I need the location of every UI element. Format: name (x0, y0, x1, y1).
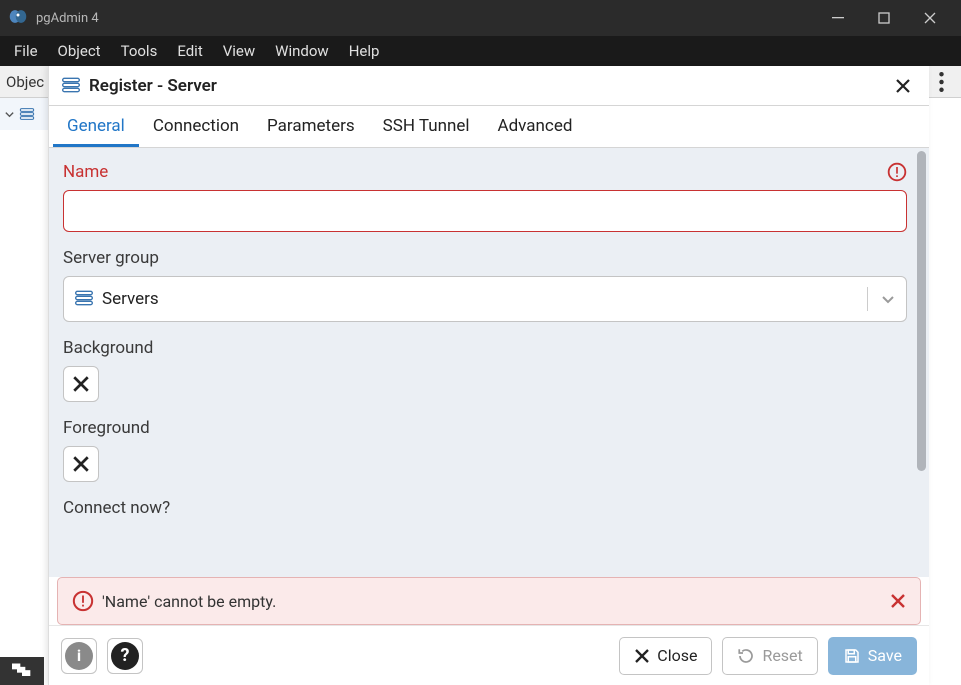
dialog-close-button[interactable] (889, 72, 917, 100)
window-minimize-button[interactable] (815, 0, 861, 36)
window-close-button[interactable] (907, 0, 953, 36)
close-icon (634, 648, 650, 664)
tab-general[interactable]: General (53, 106, 139, 147)
menu-object[interactable]: Object (48, 38, 111, 64)
server-group-label: Server group (63, 248, 159, 268)
close-button[interactable]: Close (619, 637, 712, 675)
error-icon (887, 162, 907, 182)
window-titlebar: pgAdmin 4 (0, 0, 961, 36)
error-banner-close-button[interactable] (890, 593, 906, 609)
server-icon (61, 76, 81, 96)
tab-parameters[interactable]: Parameters (253, 106, 369, 147)
server-group-icon (74, 289, 94, 309)
browser-tab-label: Objec (6, 73, 44, 91)
window-maximize-button[interactable] (861, 0, 907, 36)
close-button-label: Close (657, 646, 697, 665)
foreground-label: Foreground (63, 418, 150, 438)
select-separator (867, 287, 868, 311)
menu-edit[interactable]: Edit (167, 38, 212, 64)
dialog-form: Name Server group Servers (49, 148, 929, 577)
error-icon (72, 590, 94, 612)
kebab-menu-button[interactable] (925, 66, 957, 98)
error-banner: 'Name' cannot be empty. (57, 577, 921, 625)
close-icon (72, 375, 90, 393)
window-title: pgAdmin 4 (36, 11, 99, 26)
error-banner-text: 'Name' cannot be empty. (102, 592, 276, 611)
foreground-clear-button[interactable] (63, 446, 99, 482)
help-icon: ? (111, 642, 139, 670)
server-group-select[interactable]: Servers (63, 276, 907, 322)
name-input[interactable] (63, 190, 907, 232)
save-button[interactable]: Save (828, 637, 917, 675)
background-clear-button[interactable] (63, 366, 99, 402)
close-icon (890, 593, 906, 609)
help-button[interactable]: ? (107, 638, 143, 674)
menu-view[interactable]: View (213, 38, 265, 64)
app-icon (8, 8, 28, 28)
menu-file[interactable]: File (4, 38, 48, 64)
chevron-down-icon (880, 291, 896, 307)
dialog-tabs: General Connection Parameters SSH Tunnel… (49, 106, 929, 148)
process-watcher-button[interactable] (0, 657, 44, 685)
process-icon (12, 663, 32, 679)
tab-ssh-tunnel[interactable]: SSH Tunnel (369, 106, 484, 147)
menu-window[interactable]: Window (265, 38, 339, 64)
dialog-footer: i ? Close Reset Save (49, 625, 929, 685)
sql-info-button[interactable]: i (61, 638, 97, 674)
background-label: Background (63, 338, 153, 358)
reset-icon (737, 647, 755, 665)
info-icon: i (65, 642, 93, 670)
register-server-dialog: Register - Server General Connection Par… (48, 66, 929, 685)
dialog-title: Register - Server (89, 76, 217, 96)
close-icon (895, 78, 911, 94)
tab-connection[interactable]: Connection (139, 106, 253, 147)
menu-help[interactable]: Help (339, 38, 390, 64)
tab-advanced[interactable]: Advanced (484, 106, 587, 147)
object-tree (0, 98, 48, 130)
server-group-value: Servers (102, 289, 159, 309)
connect-now-label: Connect now? (63, 498, 170, 518)
chevron-down-icon (4, 109, 15, 120)
reset-button-label: Reset (762, 646, 802, 665)
save-icon (843, 647, 861, 665)
dialog-header: Register - Server (49, 66, 929, 106)
name-label: Name (63, 162, 108, 182)
menubar: File Object Tools Edit View Window Help (0, 36, 961, 66)
close-icon (72, 455, 90, 473)
menu-tools[interactable]: Tools (111, 38, 168, 64)
server-group-icon (19, 107, 35, 121)
reset-button[interactable]: Reset (722, 637, 817, 675)
save-button-label: Save (868, 646, 902, 665)
scrollbar[interactable] (917, 151, 926, 471)
tree-node-servers[interactable] (2, 104, 46, 124)
